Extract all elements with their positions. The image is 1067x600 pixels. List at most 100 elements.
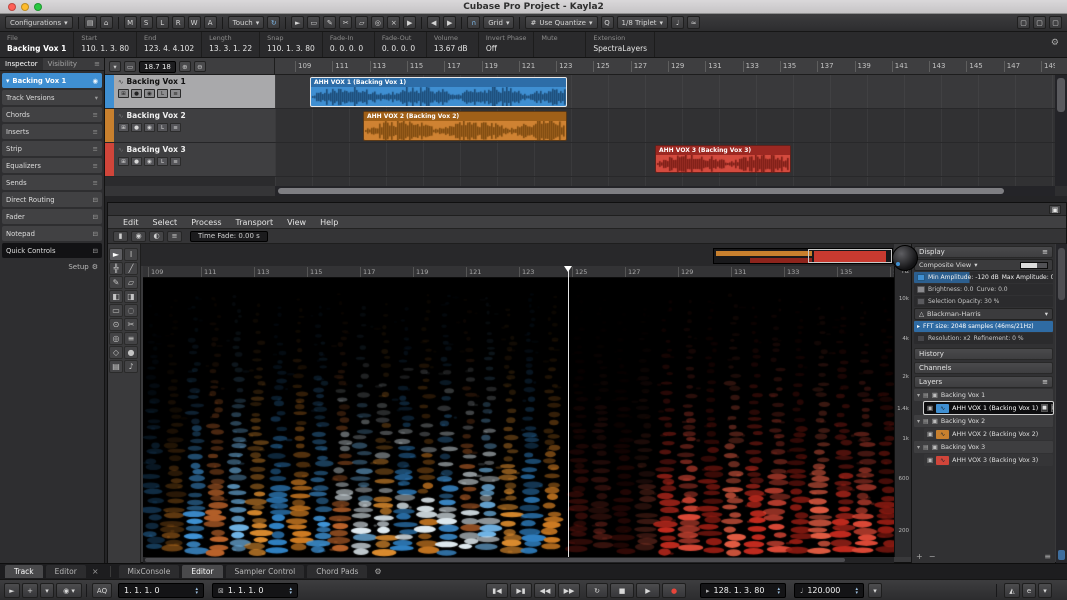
zoom-tool-button[interactable]: ◎	[371, 16, 384, 29]
playback-tool[interactable]: ♪	[124, 360, 138, 373]
min-amplitude-value[interactable]: Min Amplitude: -120 dB	[928, 274, 999, 281]
section-icon[interactable]: ◉	[92, 77, 98, 85]
scrollbar-thumb[interactable]	[1058, 248, 1065, 300]
section-icon[interactable]: ▾	[95, 94, 98, 102]
state-button-w[interactable]: W	[188, 16, 201, 29]
lasso-select-tool[interactable]: ◌	[124, 304, 138, 317]
inspector-tab-visibility[interactable]: Visibility	[43, 58, 82, 70]
locator-time-display[interactable]: ▸128. 1. 3. 80▴▾	[700, 583, 786, 598]
channels-section-header[interactable]: Channels	[914, 362, 1053, 374]
forward-button[interactable]: ▶▶	[558, 583, 580, 598]
half-bottom-select-tool[interactable]: ◨	[124, 290, 138, 303]
left-tab-editor[interactable]: Editor	[46, 565, 86, 578]
brightness-curve-row[interactable]: Brightness: 0.0 Curve: 0.0	[914, 284, 1053, 295]
history-section-header[interactable]: History	[914, 348, 1053, 360]
add-layer-button[interactable]: +	[916, 552, 923, 561]
left-tab-track[interactable]: Track	[5, 565, 43, 578]
layer-group-backing-vox-2[interactable]: ▾▤▣Backing Vox 2	[914, 415, 1053, 427]
inspector-item-strip[interactable]: Strip≡	[2, 141, 102, 156]
configurations-dropdown[interactable]: Configurations▾	[5, 16, 73, 29]
listen-button[interactable]: L	[157, 157, 168, 166]
options-menu-button[interactable]: ≡	[167, 231, 182, 242]
info-value[interactable]: 13.67 dB	[434, 44, 471, 53]
menu-view[interactable]: View	[280, 218, 313, 227]
open-in-separate-window-button[interactable]: ▣	[1049, 205, 1061, 214]
section-icon[interactable]: ≡	[93, 162, 98, 170]
inspector-item-fader[interactable]: Fader⊟	[2, 209, 102, 224]
crosshair-tool[interactable]: ╬	[109, 262, 123, 275]
brightness-value[interactable]: Brightness: 0.0	[928, 286, 973, 293]
state-button-r[interactable]: R	[172, 16, 185, 29]
record-arm-button[interactable]: ●	[131, 157, 142, 166]
menu-edit[interactable]: Edit	[116, 218, 146, 227]
track-scale-icon[interactable]: ▭	[124, 61, 136, 72]
layer-ahh-vox-3-backing-vox-3[interactable]: ▣∿AHH VOX 3 (Backing Vox 3)	[924, 454, 1053, 466]
info-field-length[interactable]: Length13. 3. 1. 22	[202, 32, 260, 57]
project-horizontal-scrollbar[interactable]	[275, 186, 1055, 196]
listen-button[interactable]: L	[157, 89, 168, 98]
eraser-tool[interactable]: ▱	[124, 276, 138, 289]
use-quantize-dropdown[interactable]: #Use Quantize▾	[525, 16, 597, 29]
object-selection-tool-button[interactable]: ►	[291, 16, 304, 29]
editor-button[interactable]: e	[1022, 583, 1036, 598]
setup-window-layout-button[interactable]: ▤	[84, 16, 97, 29]
display-mode-button[interactable]: ◐	[149, 231, 164, 242]
scrollbar-thumb[interactable]	[278, 188, 1004, 194]
section-icon[interactable]: ≡	[93, 111, 98, 119]
editor-time-ruler[interactable]: 1091111131151171191211231251271291311331…	[143, 266, 894, 278]
nudge-left-button[interactable]: ◀	[427, 16, 440, 29]
stop-button[interactable]: ■	[610, 583, 634, 598]
audiowarp-button[interactable]: ≈	[687, 16, 700, 29]
track-color-strip[interactable]	[105, 109, 114, 142]
spectrogram-display[interactable]	[143, 278, 894, 557]
menu-transport[interactable]: Transport	[229, 218, 281, 227]
step-down-icon[interactable]: ▾	[289, 591, 292, 595]
record-arm-button[interactable]: ●	[131, 89, 142, 98]
metronome-button[interactable]: ◭	[1004, 583, 1020, 598]
erase-tool-button[interactable]: ▱	[355, 16, 368, 29]
cursor-info-button[interactable]: ▮	[113, 231, 128, 242]
chevron-down-icon[interactable]: ▾	[917, 392, 920, 399]
step-down-icon[interactable]: ▾	[195, 591, 198, 595]
cycle-button[interactable]: ↻	[586, 583, 608, 598]
info-value[interactable]: 0. 0. 0. 0	[382, 44, 419, 53]
step-down-icon[interactable]: ▾	[855, 591, 858, 595]
section-icon[interactable]: ≡	[93, 145, 98, 153]
resolution-value[interactable]: Resolution: x2	[928, 335, 971, 342]
transform-tool[interactable]: ◇	[109, 346, 123, 359]
value-stepper[interactable]: ▴▾	[195, 587, 198, 595]
window-function-dropdown[interactable]: △ Blackman-Harris ▾	[914, 308, 1053, 320]
gear-icon[interactable]: ⚙	[1043, 32, 1067, 57]
info-field-volume[interactable]: Volume13.67 dB	[427, 32, 479, 57]
more-options-button[interactable]: ▾	[1038, 583, 1052, 598]
curve-value[interactable]: Curve: 0.0	[976, 286, 1007, 293]
audio-clip-ahh-vox-2-backing-vox-2[interactable]: AHH VOX 2 (Backing Vox 2)	[363, 111, 567, 141]
line-tool[interactable]: ╱	[124, 262, 138, 275]
section-icon[interactable]: ≡	[93, 179, 98, 187]
inspector-item-backing-vox-1[interactable]: ▾Backing Vox 1◉	[2, 73, 102, 88]
add-track-button[interactable]: +	[22, 583, 38, 598]
record-arm-button[interactable]: ●	[131, 123, 142, 132]
info-field-fade-in[interactable]: Fade-In0. 0. 0. 0	[323, 32, 375, 57]
gear-icon[interactable]: ⚙	[370, 567, 385, 576]
listen-button[interactable]: L	[157, 123, 168, 132]
snap-button[interactable]: ∩	[467, 16, 480, 29]
section-icon[interactable]: ⊟	[93, 247, 98, 255]
layer-visible-checkbox[interactable]: ▣	[932, 443, 938, 451]
tab-editor[interactable]: Editor	[182, 565, 222, 578]
chevron-down-icon[interactable]: ▾	[917, 444, 920, 451]
object-selection-button[interactable]: ►	[4, 583, 20, 598]
right-zone-button[interactable]: ▢	[1049, 16, 1062, 29]
display-section-header[interactable]: Display ≡	[914, 246, 1053, 258]
quantize-apply-button[interactable]: Q	[601, 16, 614, 29]
section-icon[interactable]: ⊟	[93, 230, 98, 238]
info-field-fade-out[interactable]: Fade-Out0. 0. 0. 0	[375, 32, 427, 57]
menu-icon[interactable]: ≡	[1042, 378, 1048, 386]
layer-visible-checkbox[interactable]: ▣	[932, 417, 938, 425]
play-tool-button[interactable]: ▶	[403, 16, 416, 29]
tab-chord-pads[interactable]: Chord Pads	[307, 565, 367, 578]
options-dropdown-button[interactable]: ▾	[40, 583, 54, 598]
resolution-row[interactable]: Resolution: x2 Refinement: 0 %	[914, 333, 1053, 344]
inspector-item-quick-controls[interactable]: Quick Controls⊟	[2, 243, 102, 258]
primary-time-display[interactable]: 1. 1. 1. 0▴▾	[118, 583, 204, 598]
